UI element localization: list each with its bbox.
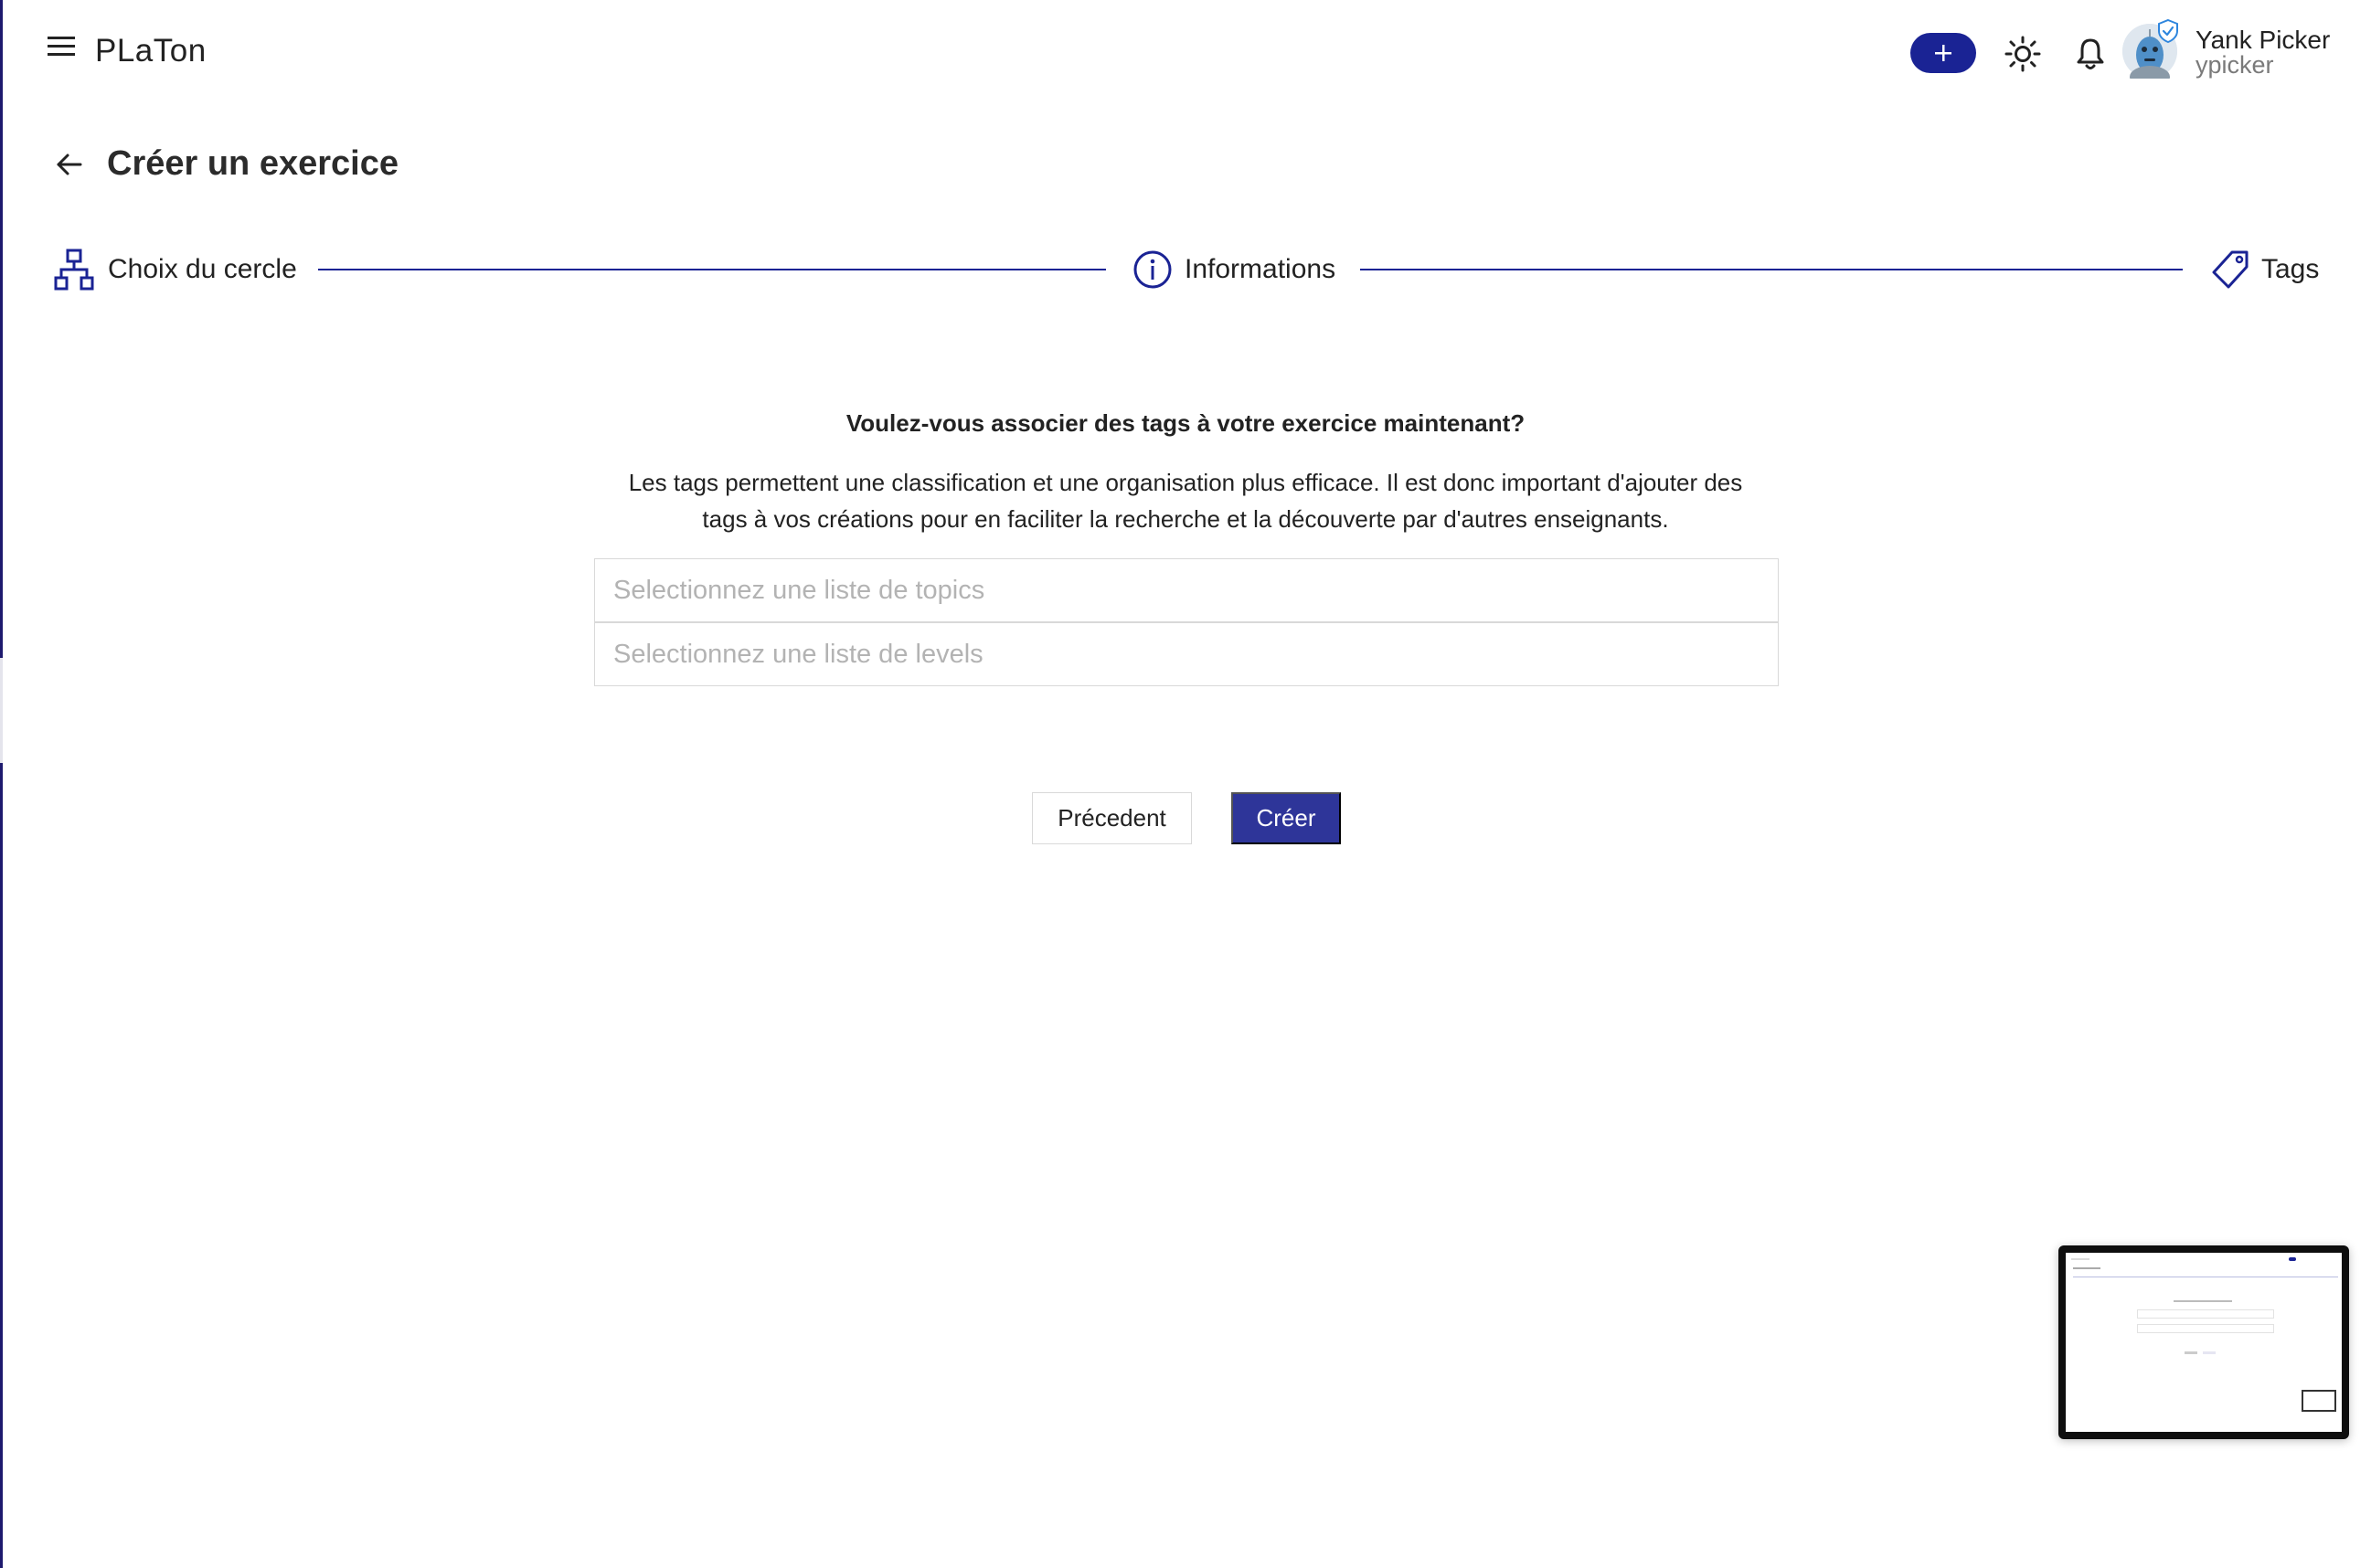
step-label: Informations	[1185, 254, 1336, 284]
sun-icon[interactable]	[2002, 33, 2044, 75]
arrow-left-icon[interactable]	[51, 146, 88, 183]
hierarchy-icon	[54, 249, 94, 291]
hamburger-menu-icon[interactable]	[44, 31, 80, 62]
step-tags[interactable]: Tags	[2210, 247, 2319, 292]
step-label: Choix du cercle	[108, 254, 297, 284]
step-choix-du-cercle[interactable]: Choix du cercle	[53, 247, 297, 292]
step-label: Tags	[2261, 254, 2320, 284]
avatar[interactable]	[2122, 18, 2178, 88]
info-circle-icon	[1133, 250, 1172, 289]
previous-button[interactable]: Précedent	[1032, 792, 1192, 844]
bell-icon[interactable]	[2069, 33, 2111, 75]
page-minimap[interactable]	[2058, 1245, 2349, 1439]
left-edge-bar	[0, 0, 3, 1568]
create-button[interactable]: Créer	[1231, 792, 1341, 844]
step-connector	[1360, 269, 2183, 270]
app-name[interactable]: PLaTon	[95, 33, 207, 69]
tag-icon	[2212, 250, 2249, 289]
plus-icon	[1935, 45, 1951, 61]
topics-select-placeholder: Selectionnez une liste de topics	[613, 575, 985, 605]
topics-select[interactable]: Selectionnez une liste de topics	[594, 558, 1779, 622]
step-connector	[318, 269, 1106, 270]
tags-description: Les tags permettent une classification e…	[628, 469, 1743, 533]
levels-select-placeholder: Selectionnez une liste de levels	[613, 639, 983, 669]
verified-shield-icon	[2158, 18, 2178, 44]
add-button[interactable]	[1910, 33, 1976, 73]
tags-question: Voulez-vous associer des tags à votre ex…	[845, 409, 1526, 437]
minimap-preview	[2066, 1253, 2342, 1432]
top-bar: PLaTon Yank Picker ypicker	[0, 0, 2371, 105]
left-edge-handle[interactable]	[0, 658, 3, 763]
step-informations[interactable]: Informations	[1132, 247, 1335, 292]
page-title: Créer un exercice	[107, 144, 399, 183]
user-login: ypicker	[2196, 51, 2274, 79]
minimap-viewport[interactable]	[2302, 1390, 2336, 1412]
levels-select[interactable]: Selectionnez une liste de levels	[594, 622, 1779, 686]
